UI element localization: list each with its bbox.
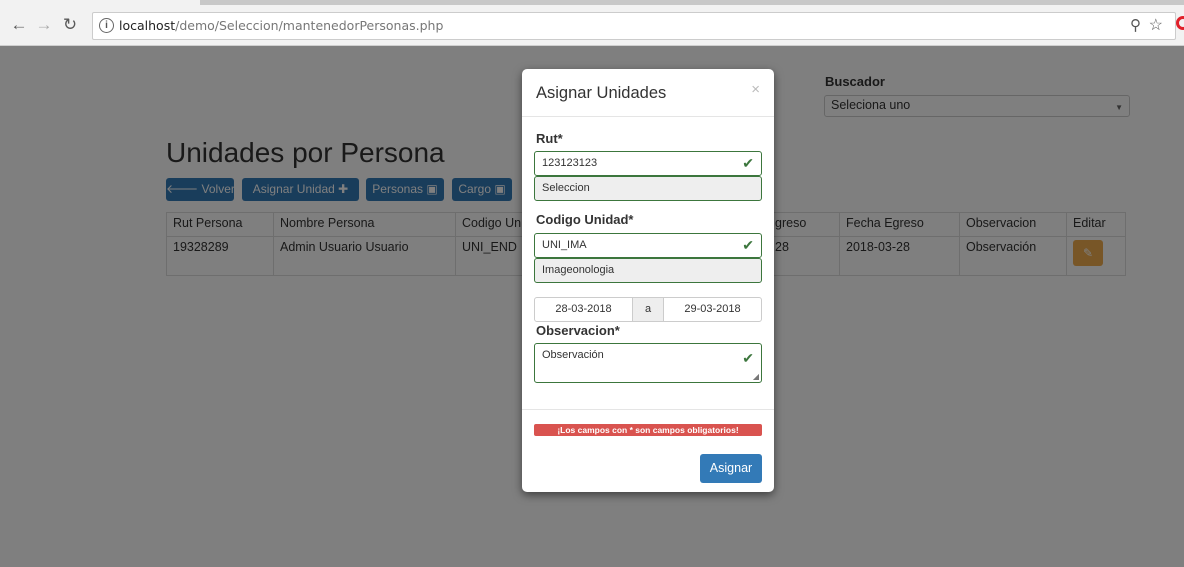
rut-label: Rut* bbox=[536, 131, 563, 146]
observacion-textarea[interactable]: Observación ✔ ◢ bbox=[534, 343, 762, 383]
rut-input[interactable]: 123123123 ✔ bbox=[534, 151, 762, 176]
codigo-unidad-label: Codigo Unidad* bbox=[536, 212, 634, 227]
browser-toolbar: ← → ↻ i localhost/demo/Seleccion/mantene… bbox=[0, 0, 1184, 46]
back-icon[interactable]: ← bbox=[10, 16, 28, 34]
modal-title: Asignar Unidades bbox=[536, 84, 667, 102]
url-text[interactable]: localhost/demo/Seleccion/mantenedorPerso… bbox=[119, 18, 443, 33]
codigo-description-field: Imageonologia bbox=[534, 258, 762, 283]
date-separator: a bbox=[633, 297, 663, 322]
required-fields-alert: ¡Los campos con * son campos obligatorio… bbox=[534, 424, 762, 436]
codigo-unidad-input[interactable]: UNI_IMA ✔ bbox=[534, 233, 762, 258]
info-icon[interactable]: i bbox=[99, 18, 114, 33]
check-icon: ✔ bbox=[742, 350, 754, 366]
check-icon: ✔ bbox=[742, 237, 754, 253]
zoom-icon[interactable]: ⚲ bbox=[1130, 16, 1141, 34]
tab-strip bbox=[200, 0, 1184, 5]
close-icon[interactable]: × bbox=[751, 81, 760, 98]
forward-icon[interactable]: → bbox=[35, 16, 53, 34]
divider bbox=[522, 116, 774, 117]
fecha-inicio-input[interactable]: 28-03-2018 bbox=[534, 297, 633, 322]
asignar-unidades-modal: Asignar Unidades × Rut* 123123123 ✔ Sele… bbox=[522, 69, 774, 492]
bookmark-star-icon[interactable]: ☆ bbox=[1149, 15, 1163, 35]
reload-icon[interactable]: ↻ bbox=[61, 16, 79, 34]
resize-grip-icon[interactable]: ◢ bbox=[753, 372, 759, 381]
check-icon: ✔ bbox=[742, 155, 754, 171]
rut-description-field: Seleccion bbox=[534, 176, 762, 201]
divider bbox=[522, 409, 774, 410]
address-bar[interactable]: i localhost/demo/Seleccion/mantenedorPer… bbox=[92, 12, 1176, 40]
fecha-fin-input[interactable]: 29-03-2018 bbox=[663, 297, 762, 322]
date-range: 28-03-2018 a 29-03-2018 bbox=[534, 297, 762, 322]
opera-icon[interactable] bbox=[1176, 16, 1184, 30]
asignar-button[interactable]: Asignar bbox=[700, 454, 762, 483]
observacion-label: Observacion* bbox=[536, 323, 620, 338]
